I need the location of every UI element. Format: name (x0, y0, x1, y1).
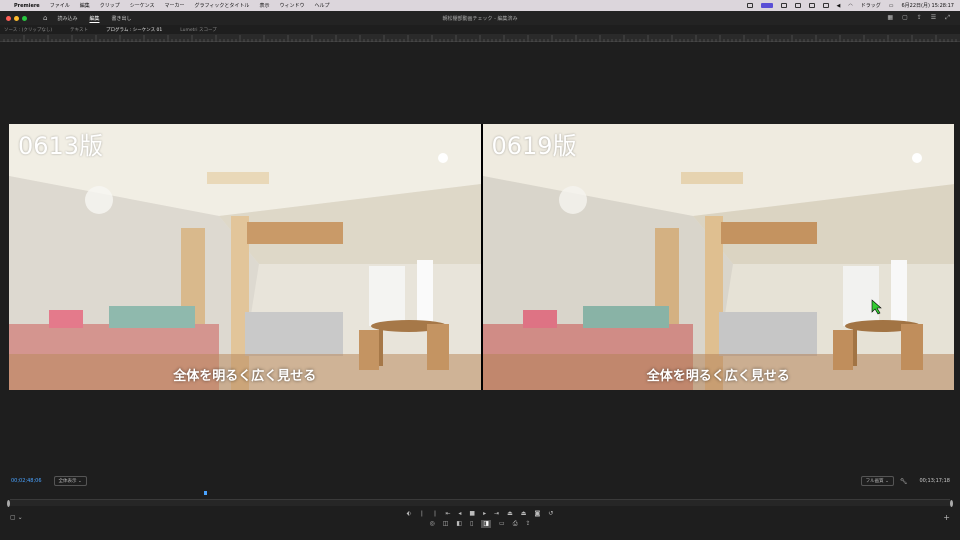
scrub-start-handle[interactable] (7, 500, 10, 507)
workspace-modes: 読み込み 編集 書き出し (57, 15, 131, 22)
wrench-icon[interactable]: 🔧︎ (900, 478, 908, 485)
status-icon[interactable] (822, 3, 829, 8)
transport-row-2: ◎ ◫ ◧ ▯ ◨ ▭ ⎙ ⇪ (0, 520, 960, 528)
minimize-window-icon[interactable] (14, 15, 19, 21)
caption-right: 全体を明るく広く見せる (646, 369, 790, 384)
menu-help[interactable]: ヘルプ (314, 2, 329, 9)
monitor-icon[interactable]: ▭ (499, 520, 505, 528)
in-point-icon[interactable]: ❘ (419, 510, 424, 517)
fit-select-value: 全体表示 (58, 479, 77, 484)
menu-file[interactable]: ファイル (50, 2, 70, 9)
project-title: 朝松棚部動画チェック - 編集済み (442, 15, 518, 22)
scrub-end-handle[interactable] (950, 500, 953, 507)
right-controls: フル画質 ⌄ 🔧︎ 00;13;17;18 (860, 476, 960, 486)
fit-select[interactable]: 全体表示 ⌄ (53, 476, 87, 486)
status-icon[interactable] (808, 3, 815, 8)
time-ruler[interactable] (0, 34, 960, 42)
menu-edit[interactable]: 編集 (80, 2, 90, 9)
battery-icon[interactable]: ▭ (889, 3, 894, 9)
kitchen-scene-right (482, 124, 954, 390)
status-icon[interactable] (746, 3, 753, 8)
lift-icon[interactable]: ⏏ (507, 510, 513, 517)
quality-select[interactable]: フル画質 ⌄ (860, 476, 894, 486)
go-to-out-icon[interactable]: ⇥ (494, 510, 499, 517)
wifi-icon[interactable]: ◠ (848, 3, 852, 9)
loop-icon[interactable]: ↺ (548, 510, 553, 517)
quality-select-value: フル画質 (865, 479, 884, 484)
status-icon[interactable] (794, 3, 801, 8)
extract-icon[interactable]: ⏏ (521, 510, 527, 517)
duration-timecode: 00;13;17;18 (919, 478, 950, 484)
close-window-icon[interactable] (6, 15, 11, 21)
scrub-bar[interactable] (7, 491, 953, 507)
video-left: 0613版 全体を明るく広く見せる (9, 124, 481, 390)
header-icons: ▦ ▢ ⇪ ☰ ⤢ (887, 14, 950, 22)
add-button-icon[interactable]: + (943, 513, 950, 522)
overlay-icon[interactable]: ◫ (443, 520, 449, 528)
side-by-side-icon[interactable]: ◨ (481, 520, 492, 528)
kitchen-scene-left (9, 124, 481, 390)
caption-left: 全体を明るく広く見せる (173, 369, 317, 384)
tab-source[interactable]: ソース : (クリップなし) (4, 27, 52, 33)
menu-sequence[interactable]: シーケンス (130, 2, 155, 9)
share-frame-icon[interactable]: ⇪ (526, 520, 531, 528)
screen-record-icon[interactable] (760, 3, 773, 8)
playhead-marker[interactable] (204, 491, 207, 495)
current-timecode[interactable]: 00;02;48;06 (11, 478, 42, 484)
menu-graphics[interactable]: グラフィックとタイトル (195, 2, 250, 9)
marker-icon[interactable]: ⬖ (407, 510, 412, 517)
tab-program[interactable]: プログラム : シーケンス 01 (106, 27, 162, 33)
volume-icon[interactable]: ◀ (837, 3, 841, 9)
menu-clip[interactable]: クリップ (100, 2, 120, 9)
mode-export[interactable]: 書き出し (111, 15, 131, 22)
zoom-window-icon[interactable] (22, 15, 27, 21)
camera-icon[interactable]: ◙ (534, 510, 540, 517)
export-frame-icon[interactable]: ⎙ (513, 520, 518, 528)
share-icon[interactable]: ⇪ (917, 14, 922, 22)
version-label-left: 0613版 (18, 132, 104, 160)
menu-view[interactable]: 表示 (259, 2, 269, 9)
vr-icon[interactable]: ◎ (429, 520, 434, 528)
mode-edit[interactable]: 編集 (89, 15, 99, 22)
app-header: ⌂ 読み込み 編集 書き出し 朝松棚部動画チェック - 編集済み ▦ ▢ ⇪ ☰… (0, 11, 960, 25)
user-name[interactable]: ドラッグ (861, 2, 881, 9)
mode-import[interactable]: 読み込み (57, 15, 77, 22)
step-back-icon[interactable]: ◂ (458, 510, 461, 517)
program-monitor: 0613版 全体を明るく広く見せる 0619版 全体を明るく広く見せる (0, 42, 960, 474)
fullscreen-icon[interactable]: ⤢ (945, 14, 950, 22)
version-label-right: 0619版 (491, 132, 577, 160)
menu-window[interactable]: ウィンドウ (279, 2, 304, 9)
tab-text[interactable]: テキスト (70, 27, 88, 33)
home-icon[interactable]: ⌂ (43, 14, 47, 22)
step-forward-icon[interactable]: ▸ (483, 510, 486, 517)
workspace-icon[interactable]: ▦ (887, 14, 893, 22)
go-to-in-icon[interactable]: ⇤ (445, 510, 450, 517)
panel-tabs: ソース : (クリップなし) テキスト プログラム : シーケンス 01 Lum… (0, 25, 960, 34)
out-point-icon[interactable]: ❘ (432, 510, 437, 517)
status-icon[interactable] (780, 3, 787, 8)
panel-icon[interactable]: ▢ (902, 14, 908, 22)
tab-lumetri-scopes[interactable]: Lumetri スコープ (180, 27, 216, 33)
macos-menubar: Premiere ファイル 編集 クリップ シーケンス マーカー グラフィックと… (0, 0, 960, 11)
transport-row-1: ⬖ ❘ ❘ ⇤ ◂ ■ ▸ ⇥ ⏏ ⏏ ◙ ↺ (0, 510, 960, 517)
split-view-icon[interactable]: ▯ (470, 520, 473, 528)
transport-controls: ▢ ⌄ ⬖ ❘ ❘ ⇤ ◂ ■ ▸ ⇥ ⏏ ⏏ ◙ ↺ ◎ ◫ ◧ ▯ ◨ ▭ … (0, 508, 960, 538)
menu-marker[interactable]: マーカー (165, 2, 185, 9)
app-menu[interactable]: Premiere (14, 3, 40, 9)
video-frame[interactable]: 0613版 全体を明るく広く見せる 0619版 全体を明るく広く見せる (9, 124, 954, 390)
ruler-ticks (3, 35, 957, 42)
status-area: ◀ ◠ ドラッグ ▭ 6月22日(月) 15:28:17 (746, 2, 955, 9)
comparison-icon[interactable]: ◧ (456, 520, 462, 528)
list-icon[interactable]: ☰ (931, 14, 936, 22)
monitor-control-row: 00;02;48;06 全体表示 ⌄ フル画質 ⌄ 🔧︎ 00;13;17;18 (0, 474, 960, 488)
video-right: 0619版 全体を明るく広く見せる (482, 124, 954, 390)
clock[interactable]: 6月22日(月) 15:28:17 (902, 2, 955, 9)
window-controls (6, 15, 27, 21)
play-icon[interactable]: ■ (469, 510, 475, 517)
